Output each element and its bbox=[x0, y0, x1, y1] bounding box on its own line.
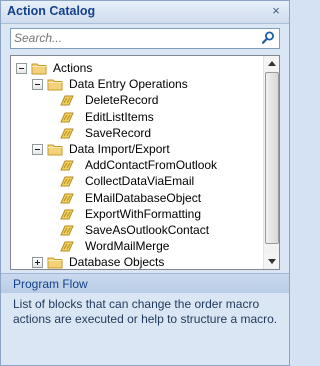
collapse-icon[interactable] bbox=[32, 79, 43, 91]
chevron-up-icon bbox=[268, 61, 276, 66]
title-bar: Action Catalog × bbox=[1, 1, 289, 24]
tree-item-label: AddContactFromOutlook bbox=[85, 158, 218, 173]
tree-item-label: DeleteRecord bbox=[85, 93, 159, 108]
scrollbar-thumb[interactable] bbox=[265, 72, 279, 244]
macro-action-icon bbox=[59, 207, 75, 221]
tree-item-label: CollectDataViaEmail bbox=[85, 174, 195, 189]
tree-item[interactable]: CollectDataViaEmail bbox=[11, 173, 261, 189]
collapse-icon[interactable] bbox=[16, 63, 27, 74]
tree-item[interactable]: WordMailMerge bbox=[11, 238, 261, 254]
search-icon[interactable] bbox=[260, 30, 276, 46]
action-tree: Actions Data Entry Operations DeleteRecord… bbox=[10, 55, 280, 270]
folder-icon bbox=[47, 255, 63, 269]
search-box[interactable] bbox=[10, 28, 280, 49]
close-icon[interactable]: × bbox=[269, 4, 283, 18]
tree-item-label: WordMailMerge bbox=[85, 239, 170, 254]
action-catalog-pane: Action Catalog × Actions Data Entry Opera… bbox=[0, 0, 290, 366]
collapse-icon[interactable] bbox=[32, 144, 43, 155]
tree-item-label: EditListItems bbox=[85, 109, 154, 124]
tree-item[interactable]: EditListItems bbox=[11, 109, 261, 125]
tree-group[interactable]: Database Objects bbox=[11, 254, 261, 270]
tree-item-label: Actions bbox=[53, 61, 93, 75]
folder-icon bbox=[47, 142, 63, 156]
program-flow-label: Program Flow bbox=[13, 277, 88, 291]
macro-action-icon bbox=[59, 191, 75, 205]
tree-group[interactable]: Data Entry Operations bbox=[11, 76, 261, 92]
program-flow-header[interactable]: Program Flow bbox=[1, 273, 289, 293]
vertical-scrollbar[interactable] bbox=[263, 56, 279, 269]
chevron-down-icon bbox=[268, 259, 276, 264]
tree-item-label: Data Import/Export bbox=[69, 142, 170, 156]
folder-icon bbox=[31, 61, 47, 75]
tree-item-label: Database Objects bbox=[69, 255, 165, 270]
tree-item-label: Data Entry Operations bbox=[69, 77, 188, 92]
tree-item-label: SaveRecord bbox=[85, 125, 152, 140]
macro-action-icon bbox=[59, 223, 75, 237]
tree-item[interactable]: SaveAsOutlookContact bbox=[11, 222, 261, 238]
macro-action-icon bbox=[59, 126, 75, 140]
tree-item-label: SaveAsOutlookContact bbox=[85, 223, 210, 237]
program-flow-description: List of blocks that can change the order… bbox=[13, 297, 278, 326]
macro-action-icon bbox=[59, 174, 75, 188]
tree-item[interactable]: SaveRecord bbox=[11, 125, 261, 141]
tree-root-actions[interactable]: Actions bbox=[11, 60, 261, 76]
tree-group[interactable]: Data Import/Export bbox=[11, 141, 261, 157]
search-input[interactable] bbox=[14, 30, 254, 45]
scroll-down-button[interactable] bbox=[264, 254, 279, 269]
macro-action-icon bbox=[59, 93, 75, 107]
tree-item[interactable]: ExportWithFormatting bbox=[11, 206, 261, 222]
tree-item[interactable]: DeleteRecord bbox=[11, 92, 261, 108]
tree-item[interactable]: EMailDatabaseObject bbox=[11, 190, 261, 206]
tree-item-label: ExportWithFormatting bbox=[85, 206, 202, 221]
scroll-up-button[interactable] bbox=[264, 56, 279, 71]
tree-item[interactable]: AddContactFromOutlook bbox=[11, 157, 261, 173]
macro-action-icon bbox=[59, 158, 75, 172]
macro-action-icon bbox=[59, 110, 75, 124]
tree-item-label: EMailDatabaseObject bbox=[85, 190, 202, 205]
expand-icon[interactable] bbox=[32, 257, 43, 269]
pane-title: Action Catalog bbox=[7, 4, 96, 18]
folder-icon bbox=[47, 77, 63, 91]
macro-action-icon bbox=[59, 239, 75, 253]
